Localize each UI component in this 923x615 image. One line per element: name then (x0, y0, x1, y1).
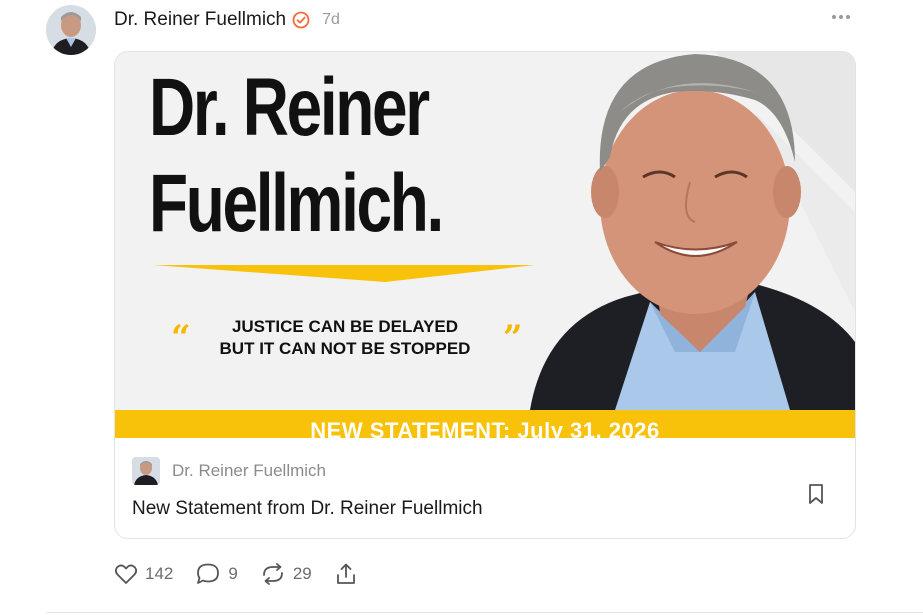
author-photo (46, 5, 96, 55)
author-avatar[interactable] (46, 5, 96, 55)
post-timestamp[interactable]: 7d (322, 11, 340, 29)
reply-button[interactable]: 9 (195, 562, 238, 586)
more-options-button[interactable] (828, 8, 854, 26)
author-name[interactable]: Dr. Reiner Fuellmich (114, 9, 286, 31)
like-count: 142 (145, 564, 174, 583)
post-divider (46, 612, 923, 613)
comment-icon (197, 563, 220, 584)
banner-quote: JUSTICE CAN BE DELAYED BUT IT CAN NOT BE… (185, 316, 505, 360)
link-preview-card[interactable]: Dr. Reiner Fuellmich. “ JUSTICE CAN BE D… (114, 51, 856, 539)
bookmark-button[interactable] (805, 482, 827, 506)
share-icon (336, 563, 355, 584)
statement-text: NEW STATEMENT: July 31, 2026 (310, 418, 660, 438)
preview-image: Dr. Reiner Fuellmich. “ JUSTICE CAN BE D… (115, 52, 855, 438)
link-card-footer: Dr. Reiner Fuellmich New Statement from … (115, 438, 855, 538)
post-header: Dr. Reiner Fuellmich 7d (114, 8, 340, 32)
heart-icon (114, 564, 138, 584)
banner-headline: Dr. Reiner Fuellmich. (149, 60, 444, 252)
close-quote-icon: ” (503, 318, 523, 358)
share-button[interactable] (334, 562, 358, 586)
repost-button[interactable]: 29 (260, 562, 312, 586)
quote-line-2: BUT IT CAN NOT BE STOPPED (219, 339, 471, 358)
bookmark-icon (809, 484, 823, 504)
source-photo (132, 457, 160, 485)
headline-line-1: Dr. Reiner (149, 62, 430, 153)
source-name: Dr. Reiner Fuellmich (172, 461, 326, 480)
statement-bar: NEW STATEMENT: July 31, 2026 (115, 410, 855, 438)
source-avatar (132, 457, 160, 485)
more-horizontal-icon (832, 15, 850, 19)
link-description: New Statement from Dr. Reiner Fuellmich (132, 498, 483, 519)
repost-icon (262, 563, 283, 585)
headline-line-2: Fuellmich. (149, 158, 444, 249)
repost-count: 29 (292, 564, 312, 583)
like-button[interactable]: 142 (114, 563, 173, 585)
quote-line-1: JUSTICE CAN BE DELAYED (231, 317, 459, 336)
verified-badge-icon (292, 11, 310, 29)
reply-count: 9 (228, 564, 238, 583)
post-actions: 142 9 29 (114, 560, 380, 588)
